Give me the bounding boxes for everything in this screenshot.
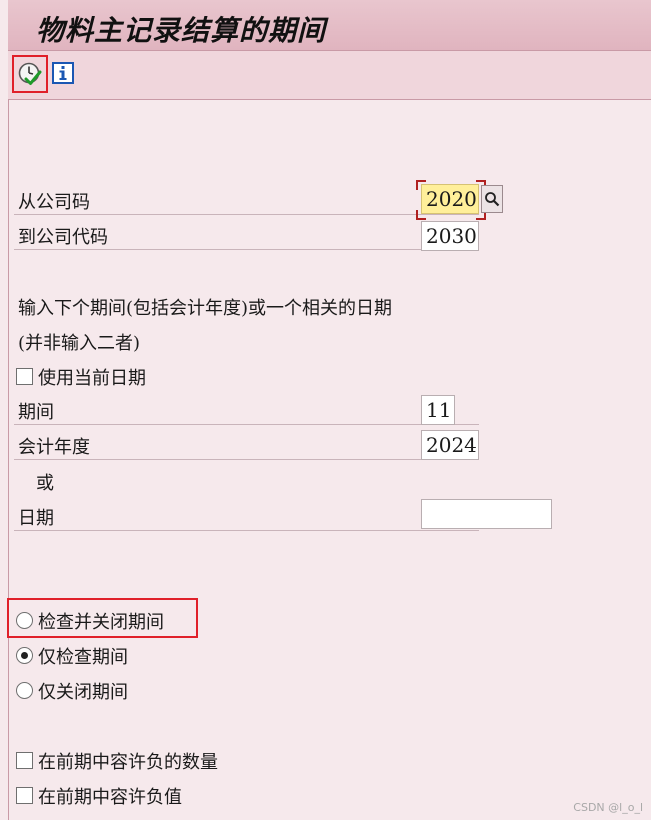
magnifier-icon	[485, 192, 500, 207]
focus-corner	[416, 210, 426, 220]
hint-text-line1: 输入下个期间(包括会计年度)或一个相关的日期	[18, 298, 393, 319]
date-input[interactable]	[421, 499, 552, 529]
execute-clock-check-icon	[18, 62, 42, 85]
info-icon	[52, 62, 74, 84]
use-current-date-checkbox[interactable]	[16, 368, 33, 385]
fiscal-year-label: 会计年度	[18, 437, 90, 458]
execute-button[interactable]	[12, 55, 48, 93]
row-divider	[14, 459, 479, 460]
radio-close-only[interactable]	[16, 682, 33, 699]
negative-quantity-checkbox[interactable]	[16, 752, 33, 769]
negative-quantity-label: 在前期中容许负的数量	[38, 752, 218, 773]
from-company-label: 从公司码	[18, 192, 90, 213]
row-divider	[14, 249, 479, 250]
from-company-input[interactable]: 2020	[421, 184, 479, 214]
left-border	[8, 0, 9, 820]
watermark: CSDN @l_o_l	[573, 801, 643, 814]
or-label: 或	[36, 473, 54, 494]
radio-check-only-label: 仅检查期间	[38, 647, 128, 668]
search-help-button[interactable]	[481, 185, 503, 213]
use-current-date-label: 使用当前日期	[38, 368, 146, 389]
to-company-label: 到公司代码	[18, 227, 108, 248]
fiscal-year-input[interactable]: 2024	[421, 430, 479, 460]
period-input[interactable]: 11	[421, 395, 455, 425]
negative-value-label: 在前期中容许负值	[38, 787, 182, 808]
to-company-input[interactable]: 2030	[421, 221, 479, 251]
focus-corner	[416, 180, 426, 190]
radio-check-and-close-label: 检查并关闭期间	[38, 612, 164, 633]
info-button[interactable]	[52, 62, 74, 84]
radio-check-and-close[interactable]	[16, 612, 33, 629]
application-toolbar	[8, 51, 651, 100]
title-bar: 物料主记录结算的期间	[8, 0, 651, 51]
period-label: 期间	[18, 402, 54, 423]
negative-value-checkbox[interactable]	[16, 787, 33, 804]
row-divider	[14, 214, 479, 215]
hint-text-line2: (并非输入二者)	[18, 333, 141, 354]
row-divider	[14, 530, 479, 531]
page-title: 物料主记录结算的期间	[36, 14, 327, 47]
radio-close-only-label: 仅关闭期间	[38, 682, 128, 703]
date-label: 日期	[18, 508, 54, 529]
radio-check-only[interactable]	[16, 647, 33, 664]
row-divider	[14, 424, 479, 425]
